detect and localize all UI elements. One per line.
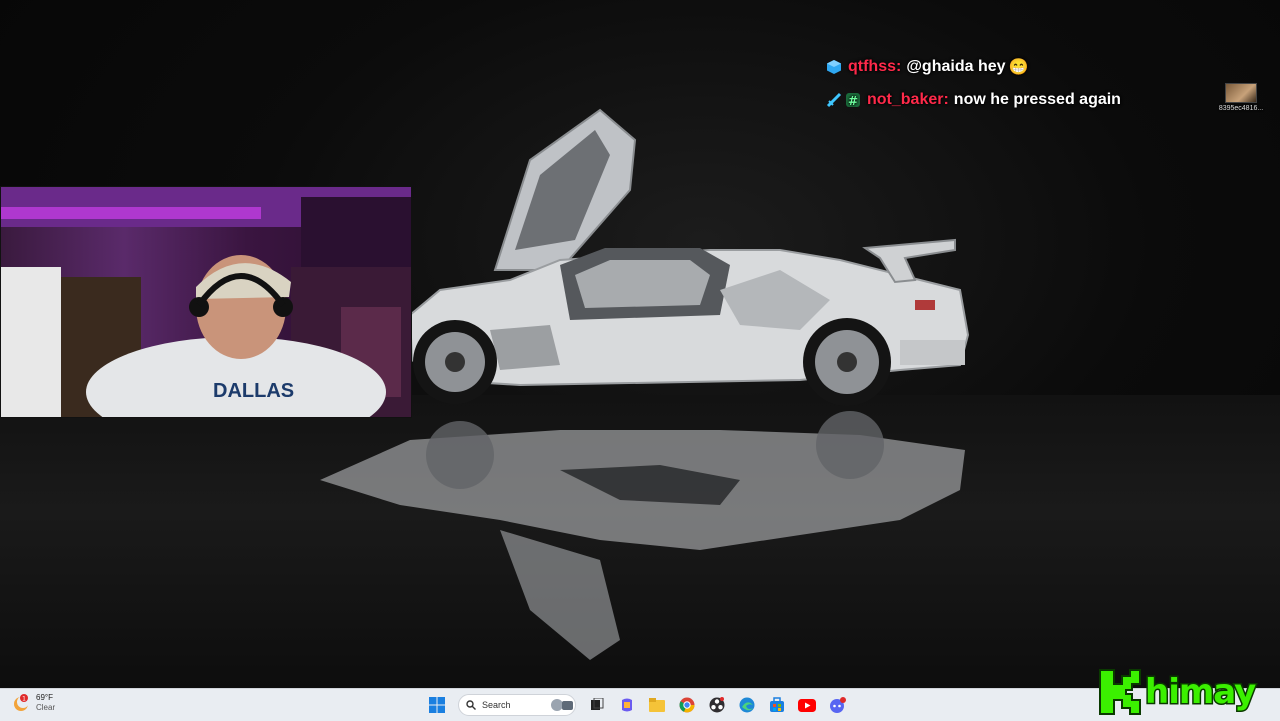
weather-temperature: 69°F	[36, 693, 53, 702]
chat-emoji: 😁	[1008, 58, 1029, 76]
chat-message: qtfhss: @ghaida hey 😁	[826, 50, 1226, 83]
store-icon	[770, 697, 784, 712]
windows-logo-icon	[429, 697, 445, 713]
svg-text:1: 1	[22, 696, 26, 703]
taskbar-apps: Search	[422, 692, 852, 718]
edge-icon	[739, 697, 755, 713]
obs-icon	[709, 697, 725, 713]
discord-button[interactable]	[825, 693, 849, 717]
windows-start-button[interactable]	[425, 693, 449, 717]
svg-text:DALLAS: DALLAS	[213, 380, 294, 402]
search-icon	[466, 700, 476, 710]
desktop-file-icon[interactable]: 8395ec4816...	[1212, 83, 1270, 112]
discord-icon	[829, 697, 846, 713]
moon-weather-icon: 1	[14, 694, 29, 711]
folder-icon	[649, 698, 665, 712]
chat-separator: :	[943, 90, 949, 108]
image-thumbnail-icon	[1225, 83, 1257, 103]
streamer-brand-overlay: himay	[1098, 664, 1258, 720]
file-explorer-button[interactable]	[645, 693, 669, 717]
kick-logo-icon	[1099, 669, 1141, 715]
hash-badge-icon: #	[845, 92, 861, 108]
weather-condition: Clear	[36, 703, 56, 712]
chat-message: # not_baker: now he pressed again	[826, 83, 1226, 116]
youtube-button[interactable]	[795, 693, 819, 717]
chat-text: @ghaida hey	[906, 57, 1006, 75]
chat-username: qtfhss	[848, 57, 896, 75]
lamborghini-car-image	[408, 108, 970, 406]
windows-taskbar: 1 69°F Clear Search	[0, 688, 1280, 721]
chat-separator: :	[896, 57, 902, 75]
chat-username: not_baker	[867, 90, 944, 108]
weather-widget[interactable]: 1 69°F Clear	[12, 693, 55, 713]
youtube-icon	[798, 698, 816, 712]
desktop-file-label: 8395ec4816...	[1218, 105, 1264, 112]
webcam-feed: DALLAS	[0, 186, 412, 418]
svg-text:#: #	[848, 94, 858, 108]
taskbar-search-box[interactable]: Search	[458, 694, 576, 716]
streamer-webcam-image: DALLAS	[1, 187, 411, 417]
search-highlight-icon	[551, 699, 573, 711]
task-view-button[interactable]	[585, 693, 609, 717]
obs-button[interactable]	[705, 693, 729, 717]
car-reflection-image	[320, 411, 965, 660]
copilot-button[interactable]	[615, 693, 639, 717]
edge-button[interactable]	[735, 693, 759, 717]
cube-badge-icon	[826, 59, 842, 75]
task-view-icon	[591, 698, 604, 710]
chrome-icon	[679, 697, 695, 713]
sword-badge-icon	[826, 92, 842, 108]
chat-text: now he pressed again	[953, 90, 1121, 108]
brand-name: himay	[1143, 671, 1257, 714]
stream-chat-overlay: qtfhss: @ghaida hey 😁 # not_baker: now h…	[826, 50, 1226, 116]
chrome-button[interactable]	[675, 693, 699, 717]
microsoft-store-button[interactable]	[765, 693, 789, 717]
search-placeholder: Search	[482, 700, 511, 710]
copilot-icon	[622, 698, 632, 712]
